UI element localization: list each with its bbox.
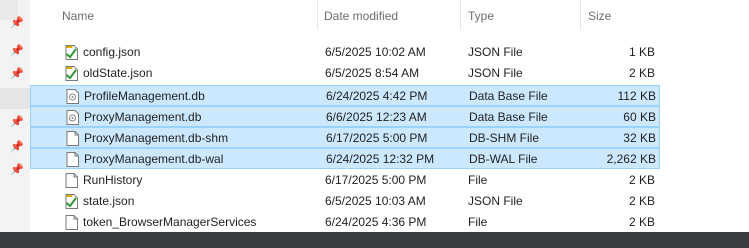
file-row[interactable]: ProxyManagement.db-wal 6/24/2025 12:32 PM… — [30, 148, 660, 169]
file-size: 2,262 KB — [606, 152, 656, 166]
json-file-icon — [65, 45, 78, 60]
file-size: 2 KB — [628, 194, 655, 208]
file-name: oldState.json — [83, 66, 153, 80]
file-name: state.json — [83, 194, 135, 208]
file-date-modified: 6/5/2025 10:03 AM — [325, 194, 426, 208]
column-name-header[interactable]: Name — [62, 6, 94, 26]
file-date-modified: 6/5/2025 10:02 AM — [325, 45, 426, 59]
pin-icon[interactable]: 📌 — [10, 116, 24, 128]
file-size: 2 KB — [628, 66, 655, 80]
column-size-header[interactable]: Size — [588, 6, 611, 26]
file-size: 1 KB — [628, 45, 655, 59]
file-row[interactable]: ProfileManagement.db 6/24/2025 4:42 PM Dat… — [30, 85, 660, 106]
file-type: JSON File — [468, 66, 523, 80]
file-type: Data Base File — [469, 89, 548, 103]
pin-icon[interactable]: 📌 — [10, 17, 24, 29]
file-type: JSON File — [468, 194, 523, 208]
file-name: token_BrowserManagerServices — [83, 215, 257, 229]
column-header: Name Date modified Type Size — [30, 0, 749, 30]
file-name: ProxyManagement.db-wal — [84, 152, 224, 166]
json-file-icon — [65, 66, 78, 81]
file-name: ProfileManagement.db — [84, 89, 205, 103]
file-date-modified: 6/24/2025 4:36 PM — [325, 215, 427, 229]
file-name: RunHistory — [83, 173, 143, 187]
json-file-icon — [65, 194, 78, 209]
file-name: ProxyManagement.db-shm — [84, 131, 229, 145]
file-date-modified: 6/24/2025 4:42 PM — [326, 89, 428, 103]
file-row[interactable]: token_BrowserManagerServices 6/24/2025 4:… — [30, 212, 660, 232]
file-type: JSON File — [468, 45, 523, 59]
file-name: ProxyManagement.db — [84, 110, 202, 124]
file-list-view: Name Date modified Type Size config.json… — [30, 0, 749, 232]
pin-icon[interactable]: 📌 — [10, 164, 24, 176]
blank-file-icon — [65, 215, 78, 230]
file-type: DB-SHM File — [469, 131, 540, 145]
file-type: File — [468, 173, 488, 187]
file-size: 32 KB — [623, 131, 656, 145]
column-divider[interactable] — [580, 0, 581, 30]
file-row[interactable]: state.json 6/5/2025 10:03 AM JSON File 2 KB — [30, 191, 660, 212]
file-type: DB-WAL File — [469, 152, 538, 166]
blank-file-icon — [65, 173, 78, 188]
blank-file-icon — [66, 152, 79, 167]
file-size: 2 KB — [628, 173, 655, 187]
db-file-icon — [66, 89, 79, 104]
column-date-header[interactable]: Date modified — [324, 6, 398, 26]
file-size: 112 KB — [617, 89, 656, 103]
pin-icon[interactable]: 📌 — [10, 68, 24, 80]
nav-selection — [0, 88, 30, 109]
file-row[interactable]: RunHistory 6/17/2025 5:00 PM File 2 KB — [30, 170, 660, 191]
pin-icon[interactable]: 📌 — [10, 45, 24, 57]
file-date-modified: 6/5/2025 8:54 AM — [325, 66, 420, 80]
file-date-modified: 6/17/2025 5:00 PM — [325, 173, 427, 187]
file-row[interactable]: ProxyManagement.db 6/6/2025 12:23 AM Data … — [30, 106, 660, 127]
file-date-modified: 6/24/2025 12:32 PM — [326, 152, 435, 166]
quick-access-pane: 📌 📌 📌 📌 📌 📌 📌 — [0, 0, 30, 232]
file-row[interactable]: oldState.json 6/5/2025 8:54 AM JSON File 2 … — [30, 63, 660, 84]
file-size: 2 KB — [628, 215, 655, 229]
file-row[interactable]: ProxyManagement.db-shm 6/17/2025 5:00 PM D… — [30, 127, 660, 148]
window-frame — [0, 232, 749, 248]
file-date-modified: 6/17/2025 5:00 PM — [326, 131, 428, 145]
column-divider[interactable] — [460, 0, 461, 30]
column-type-header[interactable]: Type — [468, 6, 494, 26]
file-type: File — [468, 215, 488, 229]
file-name: config.json — [83, 45, 141, 59]
column-divider[interactable] — [317, 0, 318, 30]
db-file-icon — [66, 110, 79, 125]
file-row[interactable]: config.json 6/5/2025 10:02 AM JSON File 1 K… — [30, 42, 660, 63]
pin-icon[interactable]: 📌 — [10, 141, 24, 153]
file-type: Data Base File — [469, 110, 548, 124]
file-date-modified: 6/6/2025 12:23 AM — [326, 110, 427, 124]
blank-file-icon — [66, 131, 79, 146]
file-size: 60 KB — [623, 110, 656, 124]
